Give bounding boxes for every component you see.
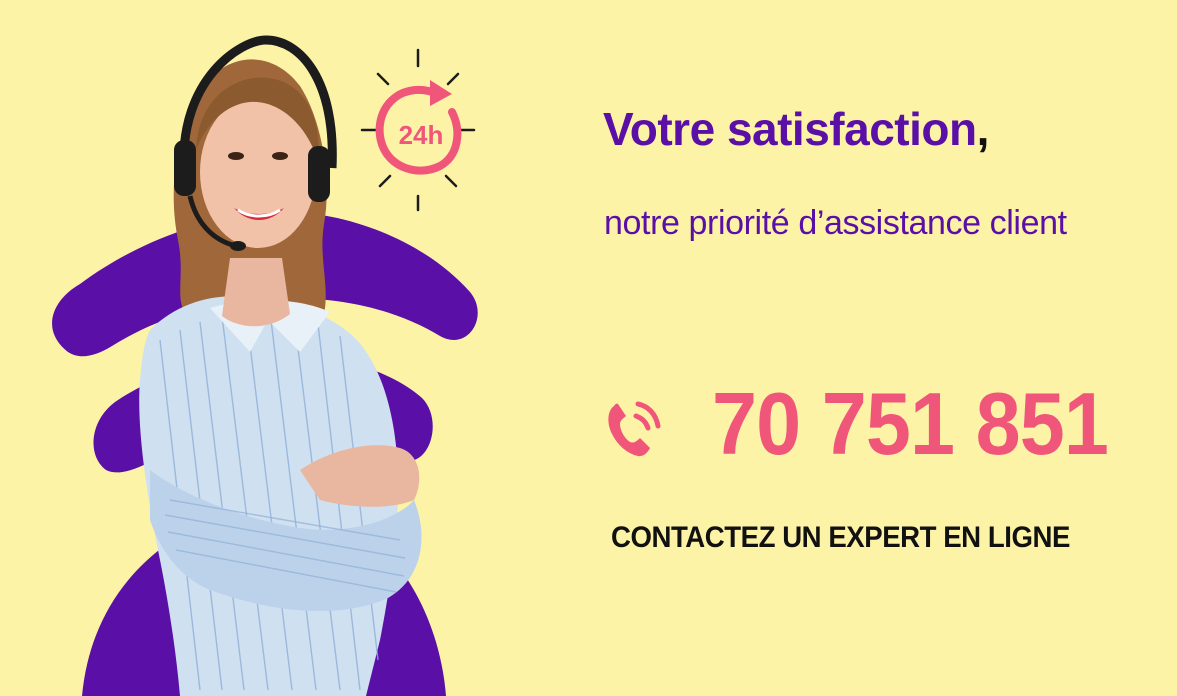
subheadline: notre priorité d’assistance client: [604, 204, 1067, 242]
phone-call-link[interactable]: 70 751 851: [600, 380, 1142, 468]
phone-number: 70 751 851: [712, 374, 1109, 473]
badge-24h-label: 24h: [399, 120, 444, 150]
headline: Votre satisfaction,: [603, 106, 989, 152]
phone-ringing-icon: [608, 401, 661, 457]
headline-title: Votre satisfaction: [603, 103, 977, 155]
clock-24h-icon: 24h: [360, 48, 476, 212]
headline-comma: ,: [976, 103, 990, 155]
hero-illustration: 24h: [52, 35, 478, 696]
hero-banner: 24h Votre satisfaction, notre priorité d…: [0, 0, 1177, 696]
contact-expert-link[interactable]: CONTACTEZ UN EXPERT EN LIGNE: [611, 523, 1070, 553]
